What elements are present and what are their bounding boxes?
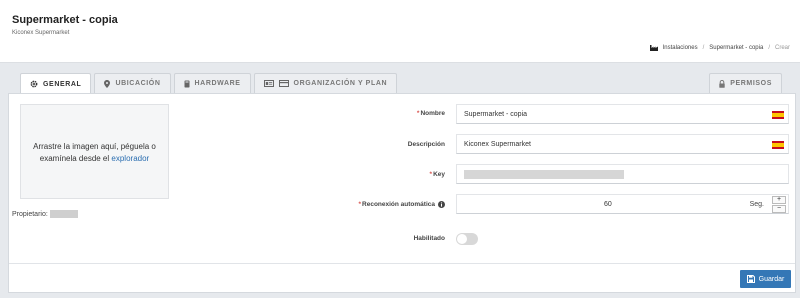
hardware-icon (184, 80, 190, 87)
toggle-knob (457, 234, 467, 244)
tab-label: HARDWARE (194, 80, 241, 87)
tab-ubicacion[interactable]: UBICACIÓN (94, 73, 171, 93)
gear-icon (30, 80, 38, 88)
tab-bar: GENERAL UBICACIÓN HARDWARE ORGANIZACIÓN … (20, 73, 398, 94)
reconnect-label: *Reconexión automática (358, 201, 445, 208)
tab-organizacion[interactable]: ORGANIZACIÓN Y PLAN (253, 73, 398, 93)
page-header: Supermarket - copia Kiconex Supermarket … (0, 0, 800, 63)
required-marker: * (358, 201, 362, 208)
owner-row: Propietario: (12, 210, 78, 218)
id-card-icon (263, 80, 274, 87)
name-field[interactable]: Supermarket - copia (456, 104, 789, 124)
save-button[interactable]: Guardar (740, 270, 791, 288)
reconnect-unit: Seg. (749, 200, 764, 208)
image-dropzone[interactable]: Arrastre la imagen aquí, péguela o examí… (20, 104, 169, 199)
credit-card-icon (278, 80, 289, 87)
footer-divider (9, 263, 795, 264)
tab-label: PERMISOS (730, 80, 772, 87)
page-title: Supermarket - copia (12, 14, 118, 26)
description-value: Kiconex Supermarket (464, 140, 531, 148)
owner-label: Propietario: (12, 210, 48, 218)
map-marker-icon (104, 79, 111, 88)
increment-button[interactable]: + (772, 196, 786, 204)
reconnect-field[interactable]: 60 Seg. + − (456, 194, 789, 214)
decrement-button[interactable]: − (772, 205, 786, 213)
name-label: *Nombre (416, 110, 445, 117)
save-label: Guardar (758, 275, 785, 283)
factory-icon (649, 45, 658, 51)
description-label: Descripción (407, 141, 445, 148)
tab-permisos[interactable]: PERMISOS (709, 73, 782, 93)
reconnect-value: 60 (604, 200, 612, 208)
es-flag-icon[interactable] (772, 111, 784, 119)
breadcrumb-item-instalaciones[interactable]: Instalaciones (663, 45, 698, 51)
enabled-toggle[interactable] (456, 233, 478, 245)
tab-label: ORGANIZACIÓN Y PLAN (293, 80, 388, 87)
name-value: Supermarket - copia (464, 110, 528, 118)
breadcrumb-separator: / (768, 44, 770, 51)
es-flag-icon[interactable] (772, 141, 784, 149)
tab-general[interactable]: GENERAL (20, 73, 92, 94)
save-icon (746, 275, 755, 283)
description-field[interactable]: Kiconex Supermarket (456, 134, 789, 154)
enabled-label: Habilitado (413, 235, 445, 242)
page-subtitle: Kiconex Supermarket (12, 30, 70, 36)
tab-hardware[interactable]: HARDWARE (173, 73, 251, 93)
browse-link[interactable]: explorador (111, 154, 149, 163)
owner-value (49, 210, 78, 218)
reconnect-stepper: + − (772, 196, 786, 213)
key-label: *Key (429, 171, 445, 178)
tab-label: GENERAL (43, 80, 82, 88)
key-field[interactable] (456, 164, 789, 184)
key-value (464, 169, 624, 179)
info-icon[interactable] (438, 201, 445, 208)
breadcrumb-item-current: Crear (774, 44, 790, 51)
lock-icon (719, 79, 725, 88)
required-marker: * (429, 171, 433, 178)
breadcrumb-item-installation[interactable]: Supermarket - copia (709, 45, 763, 51)
breadcrumb-separator: / (702, 44, 705, 51)
tab-label: UBICACIÓN (115, 80, 161, 87)
breadcrumb: Instalaciones / Supermarket - copia / Cr… (649, 44, 790, 51)
